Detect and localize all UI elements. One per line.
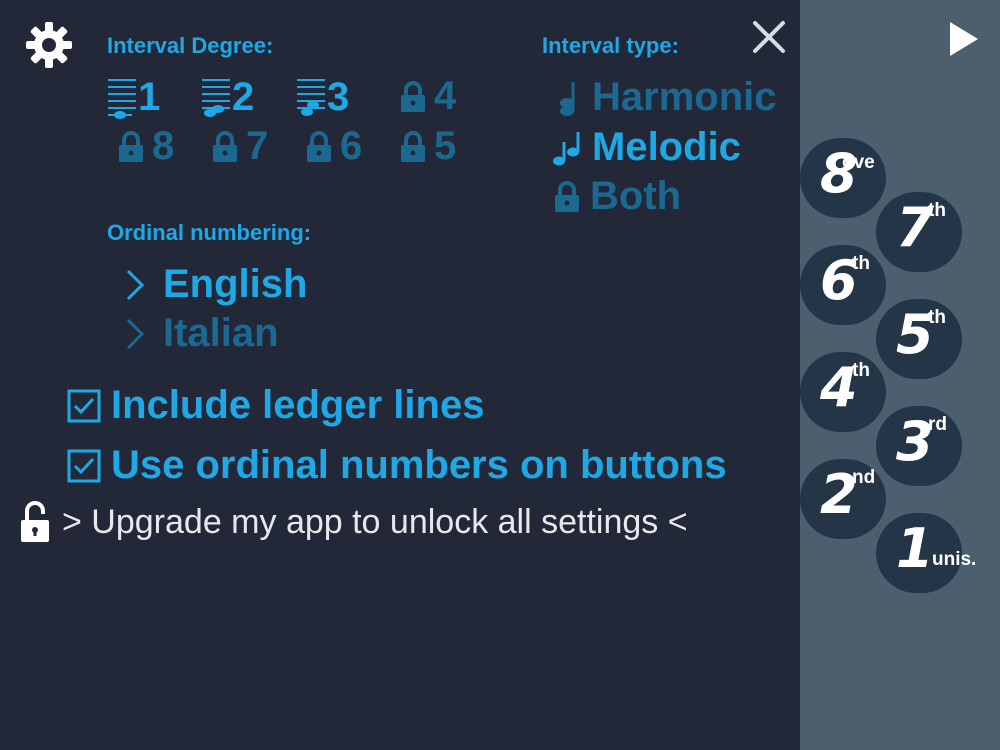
answer-suffix: nd	[852, 467, 876, 488]
interval-type-label: Harmonic	[592, 75, 777, 119]
degree-7-option[interactable]: 7	[210, 124, 268, 169]
degree-label: 8	[152, 124, 175, 168]
degree-label: 2	[232, 74, 255, 119]
degree-8-option[interactable]: 8	[116, 124, 174, 169]
chevron-right-icon	[126, 269, 145, 300]
lock-icon	[401, 80, 425, 112]
answer-suffix: th	[852, 253, 870, 274]
degree-6-option[interactable]: 6	[304, 124, 362, 169]
melodic-note-icon	[553, 131, 580, 165]
degree-label: 3	[327, 74, 350, 119]
answer-button-3rd[interactable]: 3 rd	[876, 406, 962, 486]
lock-icon	[401, 130, 425, 162]
checkbox-icon	[67, 389, 101, 422]
degree-label: 4	[434, 74, 457, 118]
staff-note-icon	[202, 79, 230, 117]
ordinal-italian-option[interactable]: Italian	[124, 311, 279, 356]
answer-suffix: ove	[842, 152, 875, 173]
upgrade-link[interactable]: > Upgrade my app to unlock all settings …	[18, 500, 688, 544]
answer-button-2nd[interactable]: 2 nd	[800, 459, 886, 539]
interval-degree-title: Interval Degree:	[107, 33, 274, 58]
answer-button-4th[interactable]: 4 th	[800, 352, 886, 432]
answer-suffix: th	[852, 360, 870, 381]
degree-2-option[interactable]: 2	[200, 74, 254, 120]
harmonic-note-icon	[560, 81, 575, 116]
ordinal-numbering-title: Ordinal numbering:	[107, 220, 312, 245]
lock-icon	[213, 130, 237, 162]
ledger-lines-checkbox[interactable]: Include ledger lines	[67, 383, 484, 428]
answer-buttons-panel: 8 ove 7 th 6 th 5 th 4 th 3 rd 2 nd 1 un…	[800, 0, 1000, 750]
close-icon[interactable]	[752, 20, 786, 59]
answer-suffix: rd	[928, 414, 947, 435]
degree-label: 1	[138, 74, 161, 119]
answer-button-6th[interactable]: 6 th	[800, 245, 886, 325]
answer-number: 1	[896, 517, 934, 580]
interval-type-harmonic[interactable]: Harmonic	[554, 75, 777, 120]
ordinal-label: English	[163, 262, 308, 306]
interval-type-label: Melodic	[592, 125, 741, 169]
unlock-icon	[21, 501, 49, 542]
degree-4-option[interactable]: 4	[398, 74, 456, 119]
answer-suffix: unis.	[932, 549, 977, 570]
degree-3-option[interactable]: 3	[295, 74, 349, 120]
degree-label: 7	[246, 124, 269, 168]
ordinal-buttons-checkbox[interactable]: Use ordinal numbers on buttons	[67, 443, 727, 488]
degree-label: 6	[340, 124, 363, 168]
interval-type-title: Interval type:	[542, 33, 679, 58]
checkbox-label: Include ledger lines	[111, 383, 485, 427]
ordinal-english-option[interactable]: English	[124, 262, 307, 307]
answer-button-octave[interactable]: 8 ove	[800, 138, 886, 218]
staff-note-icon	[297, 79, 325, 116]
play-icon[interactable]	[948, 20, 980, 63]
degree-1-option[interactable]: 1	[106, 74, 160, 120]
ordinal-label: Italian	[163, 311, 279, 355]
settings-panel: Interval Degree: 1 2 3 4 8 7 6 5 Interva…	[0, 0, 800, 750]
answer-button-unison[interactable]: 1 unis.	[876, 513, 976, 593]
interval-type-label: Both	[590, 174, 682, 218]
answer-button-7th[interactable]: 7 th	[876, 192, 962, 272]
degree-label: 5	[434, 124, 457, 168]
lock-icon	[307, 130, 331, 162]
lock-icon	[555, 180, 579, 212]
interval-type-melodic[interactable]: Melodic	[552, 125, 741, 170]
interval-type-both[interactable]: Both	[552, 174, 681, 219]
degree-5-option[interactable]: 5	[398, 124, 456, 169]
gear-icon[interactable]	[24, 20, 74, 75]
checkbox-label: Use ordinal numbers on buttons	[111, 443, 727, 487]
answer-suffix: th	[928, 307, 946, 328]
upgrade-text: > Upgrade my app to unlock all settings …	[62, 502, 688, 541]
checkbox-icon	[67, 449, 101, 482]
lock-icon	[119, 130, 143, 162]
chevron-right-icon	[126, 318, 145, 349]
staff-note-icon	[108, 79, 136, 119]
answer-button-5th[interactable]: 5 th	[876, 299, 962, 379]
answer-suffix: th	[928, 200, 946, 221]
